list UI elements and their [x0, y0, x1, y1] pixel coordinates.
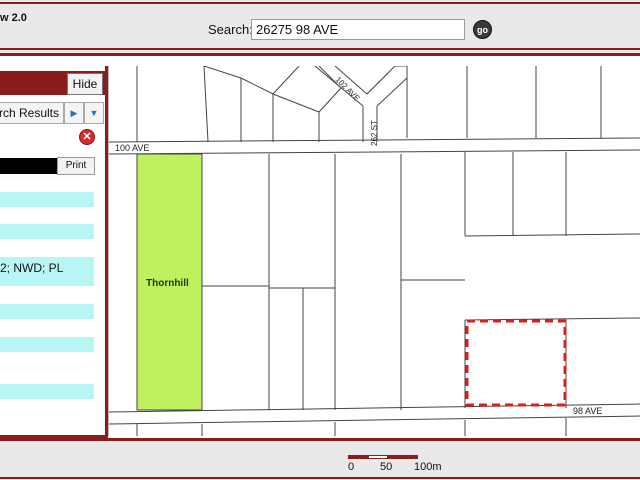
scale-segment — [368, 455, 388, 459]
scale-label-100m: 100m — [414, 461, 442, 473]
street-label-100-ave: 100 AVE — [115, 143, 149, 153]
scale-label-0: 0 — [348, 461, 355, 473]
search-input[interactable] — [251, 19, 465, 40]
scale-segment — [348, 455, 368, 459]
result-row[interactable] — [0, 337, 94, 352]
tab-menu-chevron-icon[interactable]: ▼ — [84, 102, 104, 124]
result-row[interactable] — [0, 224, 94, 239]
scale-label-50: 50 — [380, 461, 393, 473]
street-label-102-ave: 102 AVE — [334, 75, 362, 103]
footer-bar: 0 50 100m — [0, 438, 640, 480]
search-label: Search: — [208, 22, 253, 37]
result-row-text: 2; NWD; PL — [0, 261, 64, 275]
header-bottom-rule — [0, 48, 640, 50]
tab-next-arrow-icon[interactable]: ▶ — [64, 102, 84, 124]
result-row[interactable] — [0, 384, 94, 399]
result-header-bar — [0, 158, 57, 174]
street-label-262-st: 262 ST — [370, 120, 379, 146]
scale-segment — [388, 455, 418, 459]
parcel-label-thornhill: Thornhill — [146, 278, 189, 289]
print-button[interactable]: Print — [57, 157, 95, 175]
result-row[interactable] — [0, 304, 94, 319]
header-top-rule — [0, 2, 640, 4]
header-bar: w 2.0 Search: go — [0, 0, 640, 56]
close-results-icon[interactable]: ✕ — [79, 129, 95, 145]
selected-parcel-outline[interactable] — [465, 319, 567, 407]
search-results-panel: Hide rch Results ▶ ▼ ✕ Print 2; NWD; PL — [0, 66, 108, 438]
app-title: w 2.0 — [0, 12, 27, 24]
go-button[interactable]: go — [473, 20, 492, 39]
tab-search-results[interactable]: rch Results — [0, 102, 64, 124]
street-label-98-ave: 98 AVE — [573, 406, 602, 416]
tab-search-results-label: rch Results — [0, 106, 59, 120]
scale-bar: 0 50 100m — [348, 455, 448, 479]
map-view[interactable]: 100 AVE 98 AVE 102 AVE 262 ST Thornhill — [108, 66, 640, 436]
map-viewer-app: w 2.0 Search: go — [0, 0, 640, 480]
hide-button[interactable]: Hide — [67, 73, 103, 95]
footer-bottom-rule — [0, 477, 640, 479]
map-canvas[interactable]: 100 AVE 98 AVE 102 AVE 262 ST Thornhill — [109, 66, 640, 436]
result-row[interactable] — [0, 192, 94, 207]
